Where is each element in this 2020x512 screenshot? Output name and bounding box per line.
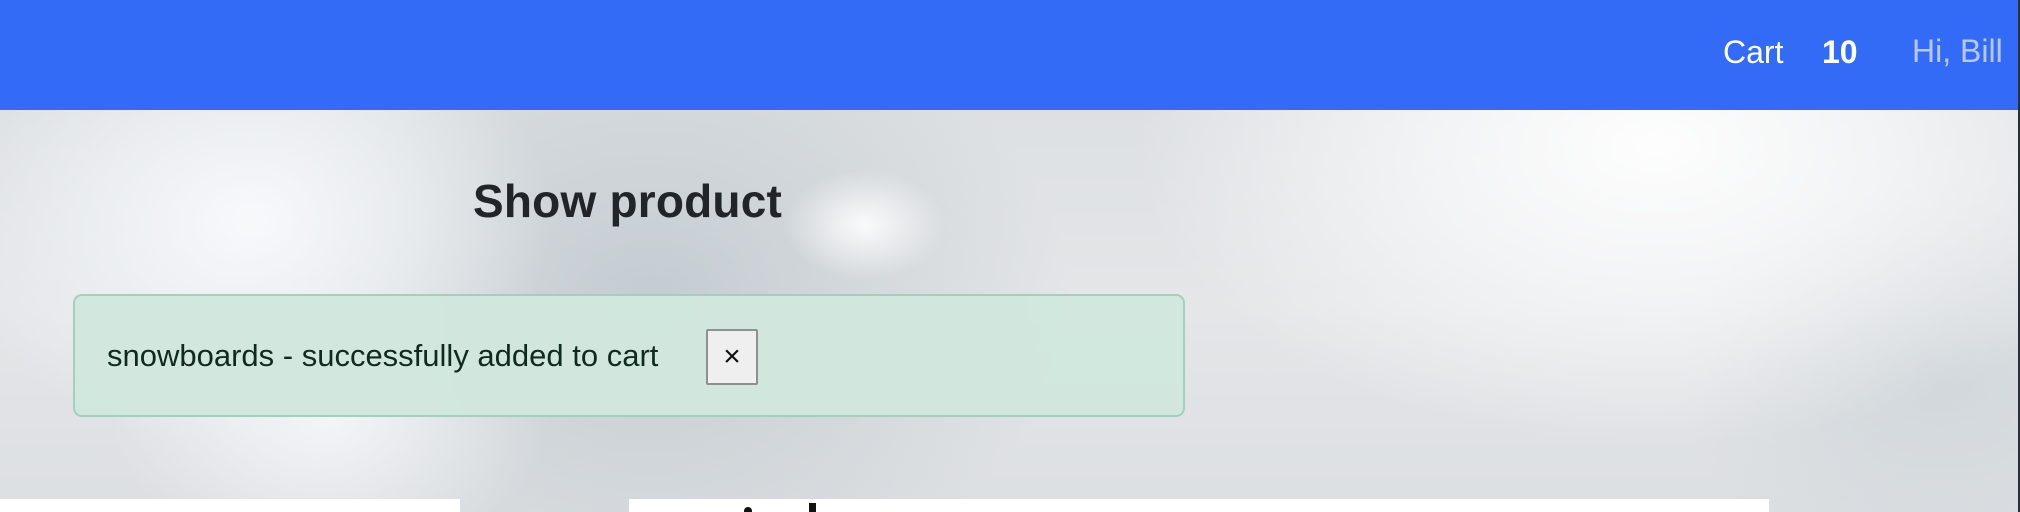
sidebar-card [0,499,460,512]
close-alert-button[interactable]: × [706,329,758,385]
product-card-heading-peek [744,503,844,512]
page-title: Show product [473,175,783,227]
user-greeting[interactable]: Hi, Bill [1912,33,2003,70]
cart-link[interactable]: Cart [1723,34,1783,71]
success-alert: snowboards - successfully added to cart … [73,294,1185,417]
cart-count-badge[interactable]: 10 [1822,34,1858,71]
alert-message: snowboards - successfully added to cart [107,338,659,373]
top-navbar: Cart 10 Hi, Bill [0,0,2020,110]
product-card [629,499,1769,512]
